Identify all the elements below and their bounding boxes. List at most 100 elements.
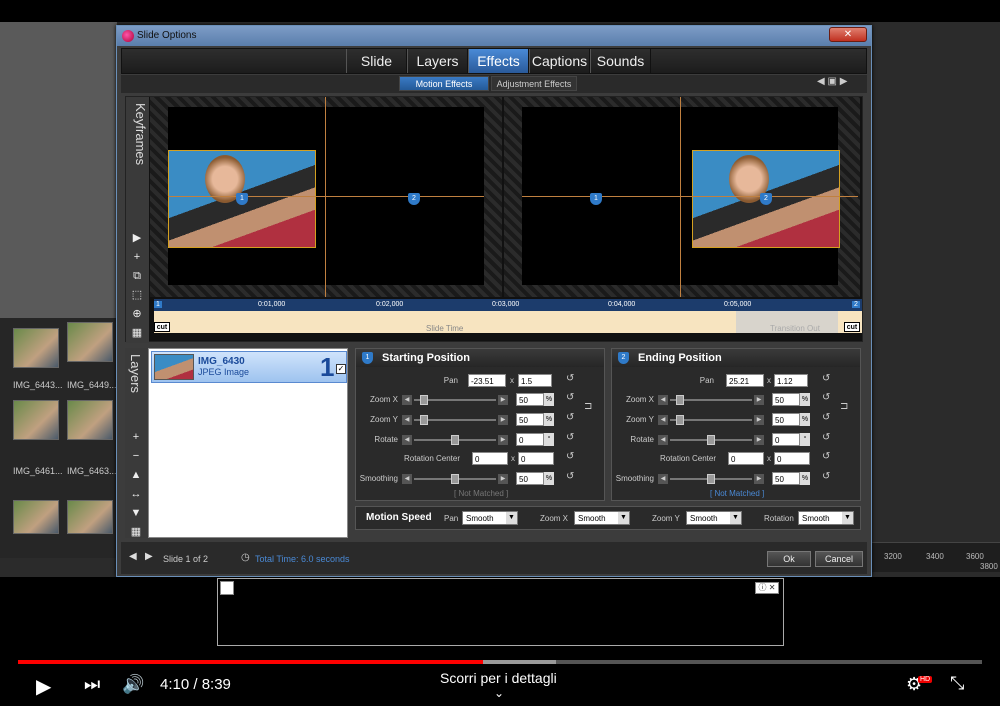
keyframe-marker-2[interactable]: 2: [408, 193, 420, 205]
reset-icon[interactable]: ↺: [566, 373, 574, 384]
cut-start-button[interactable]: cut: [154, 322, 170, 332]
reset-icon[interactable]: ↺: [822, 392, 830, 403]
reset-icon[interactable]: ↺: [822, 373, 830, 384]
previous-slide-icon[interactable]: ◀: [129, 551, 137, 562]
reset-icon[interactable]: ↺: [566, 432, 574, 443]
link-zoom-icon[interactable]: ⊐: [840, 401, 848, 412]
split-view-icon[interactable]: ▣: [827, 76, 836, 87]
thumbnail[interactable]: [67, 322, 113, 362]
pan-y-input[interactable]: 1.12: [774, 374, 808, 387]
play-icon[interactable]: ▶: [36, 674, 51, 699]
end-stage[interactable]: 1 2: [504, 97, 860, 297]
thumbnail[interactable]: [13, 328, 59, 368]
next-video-icon[interactable]: ⏭: [84, 674, 100, 695]
rotate-input[interactable]: 0: [516, 433, 544, 446]
smoothing-input[interactable]: 50: [772, 472, 800, 485]
zoom-x-slider[interactable]: ◀ ▶: [658, 395, 764, 405]
progress-bar[interactable]: [18, 660, 982, 664]
pan-y-input[interactable]: 1.5: [518, 374, 552, 387]
timeline-start-marker[interactable]: 1: [154, 301, 162, 308]
ok-button[interactable]: Ok: [767, 551, 811, 567]
keyframe-marker-1[interactable]: 1: [236, 193, 248, 205]
add-keyframe-icon[interactable]: +: [129, 250, 145, 265]
rotation-speed-select[interactable]: Smooth ▼: [798, 511, 854, 525]
ad-banner[interactable]: ⓘ ✕: [217, 578, 784, 646]
zoom-x-slider[interactable]: ◀ ▶: [402, 395, 508, 405]
select-region-icon[interactable]: ⬚: [129, 288, 145, 303]
scroll-hint[interactable]: Scorri per i dettagli: [440, 670, 557, 686]
title-bar[interactable]: Slide Options ✕: [117, 26, 871, 46]
subtab-motion-effects[interactable]: Motion Effects: [399, 76, 489, 91]
thumbnail[interactable]: [13, 400, 59, 440]
zoom-y-input[interactable]: 50: [516, 413, 544, 426]
rotate-slider[interactable]: ◀ ▶: [658, 435, 764, 445]
zoom-x-input[interactable]: 50: [772, 393, 800, 406]
cancel-button[interactable]: Cancel: [815, 551, 863, 567]
tab-slide[interactable]: Slide: [346, 49, 407, 73]
previous-arrow-icon[interactable]: ◀: [817, 76, 825, 87]
remove-layer-icon[interactable]: −: [128, 449, 144, 464]
tab-captions[interactable]: Captions: [529, 49, 590, 73]
timeline-end-marker[interactable]: 2: [852, 301, 860, 308]
reset-icon[interactable]: ↺: [822, 471, 830, 482]
pan-speed-select[interactable]: Smooth ▼: [462, 511, 518, 525]
chevron-down-icon[interactable]: ⌄: [494, 686, 504, 700]
layer-item[interactable]: IMG_6430 JPEG Image 1 ✓: [151, 351, 347, 383]
fit-icon[interactable]: ▦: [129, 326, 145, 341]
next-slide-icon[interactable]: ▶: [145, 551, 153, 562]
volume-icon[interactable]: 🔊: [122, 674, 144, 695]
rotation-center-x-input[interactable]: 0: [472, 452, 508, 465]
zoom-icon[interactable]: ⊕: [129, 307, 145, 322]
tab-effects[interactable]: Effects: [468, 49, 529, 73]
smoothing-slider[interactable]: ◀ ▶: [402, 474, 508, 484]
rotation-center-y-input[interactable]: 0: [518, 452, 554, 465]
start-stage[interactable]: 1 2: [150, 97, 502, 297]
subtab-adjustment-effects[interactable]: Adjustment Effects: [491, 76, 577, 91]
layer-visible-checkbox[interactable]: ✓: [336, 364, 346, 374]
slide-nav-arrows[interactable]: ◀ ▣ ▶: [817, 76, 847, 87]
pan-x-input[interactable]: -23.51: [468, 374, 506, 387]
rotate-input[interactable]: 0: [772, 433, 800, 446]
cut-end-button[interactable]: cut: [844, 322, 860, 332]
smoothing-slider[interactable]: ◀ ▶: [658, 474, 764, 484]
reset-icon[interactable]: ↺: [566, 471, 574, 482]
match-status[interactable]: [ Not Matched ]: [710, 489, 764, 498]
layer-settings-icon[interactable]: ▦: [128, 525, 144, 540]
reset-icon[interactable]: ↺: [822, 432, 830, 443]
zoom-x-input[interactable]: 50: [516, 393, 544, 406]
link-zoom-icon[interactable]: ⊐: [584, 401, 592, 412]
move-down-icon[interactable]: ▼: [128, 506, 144, 521]
tab-sounds[interactable]: Sounds: [590, 49, 651, 73]
zoom-y-speed-select[interactable]: Smooth ▼: [686, 511, 742, 525]
keyframe-marker-1[interactable]: 1: [590, 193, 602, 205]
copy-keyframe-icon[interactable]: ⧉: [129, 269, 145, 284]
play-icon[interactable]: ▶: [129, 231, 145, 246]
pan-x-input[interactable]: 25.21: [726, 374, 764, 387]
zoom-y-slider[interactable]: ◀ ▶: [658, 415, 764, 425]
keyframe-marker-2[interactable]: 2: [760, 193, 772, 205]
thumbnail[interactable]: [67, 400, 113, 440]
zoom-x-speed-select[interactable]: Smooth ▼: [574, 511, 630, 525]
reset-icon[interactable]: ↺: [822, 412, 830, 423]
close-button[interactable]: ✕: [829, 27, 867, 42]
rotation-center-y-input[interactable]: 0: [774, 452, 810, 465]
zoom-y-slider[interactable]: ◀ ▶: [402, 415, 508, 425]
next-arrow-icon[interactable]: ▶: [840, 76, 848, 87]
smoothing-input[interactable]: 50: [516, 472, 544, 485]
tab-layers[interactable]: Layers: [407, 49, 468, 73]
reset-icon[interactable]: ↺: [566, 451, 574, 462]
fit-width-icon[interactable]: ↔: [128, 487, 144, 502]
timeline-ruler[interactable]: 1 0:01,000 0:02,000 0:03,000 0:04,000 0:…: [154, 299, 862, 311]
exit-fullscreen-icon[interactable]: ⤡: [950, 673, 964, 694]
ad-close-icon[interactable]: ⓘ ✕: [755, 582, 779, 594]
add-layer-icon[interactable]: +: [128, 430, 144, 445]
zoom-y-input[interactable]: 50: [772, 413, 800, 426]
move-up-icon[interactable]: ▲: [128, 468, 144, 483]
reset-icon[interactable]: ↺: [566, 392, 574, 403]
rotation-center-x-input[interactable]: 0: [728, 452, 764, 465]
thumbnail[interactable]: [13, 500, 59, 534]
reset-icon[interactable]: ↺: [566, 412, 574, 423]
thumbnail[interactable]: [67, 500, 113, 534]
rotate-slider[interactable]: ◀ ▶: [402, 435, 508, 445]
reset-icon[interactable]: ↺: [822, 451, 830, 462]
